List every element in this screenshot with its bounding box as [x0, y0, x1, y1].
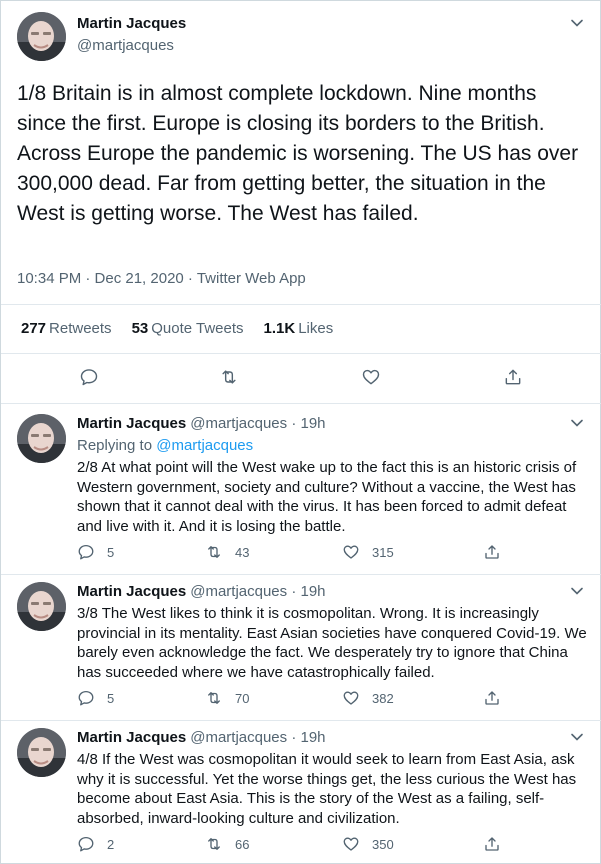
tweet-text: 3/8 The West likes to think it is cosmop…	[77, 605, 587, 681]
retweet-count: 70	[235, 690, 250, 706]
reply-count: 2	[107, 836, 115, 852]
author-name[interactable]: Martin Jacques	[77, 729, 186, 746]
main-action-bar	[1, 367, 601, 395]
heart-icon	[343, 691, 359, 705]
reply-button[interactable]	[79, 367, 99, 387]
more-options-button[interactable]	[567, 413, 587, 433]
share-button[interactable]	[483, 835, 501, 853]
retweets-stat[interactable]: 277 Retweets	[21, 320, 112, 337]
divider	[1, 304, 601, 305]
reply-icon	[78, 544, 94, 560]
retweet-icon	[222, 370, 236, 384]
avatar[interactable]	[17, 582, 66, 631]
retweet-button[interactable]: 43	[205, 543, 249, 561]
retweet-button[interactable]: 66	[205, 835, 249, 853]
author-name[interactable]: Martin Jacques	[77, 15, 186, 32]
like-count: 350	[372, 836, 394, 852]
retweet-icon	[208, 692, 220, 704]
divider	[1, 353, 601, 354]
like-button[interactable]	[361, 367, 381, 387]
more-options-button[interactable]	[567, 727, 587, 747]
tweet-timestamp[interactable]: 10:34 PM · Dec 21, 2020 · Twitter Web Ap…	[17, 270, 306, 287]
retweet-icon	[208, 838, 220, 850]
reply-icon	[80, 369, 98, 386]
replying-to-link[interactable]: @martjacques	[156, 437, 253, 454]
reply-action-bar: 5 70 382	[1, 689, 601, 717]
tweet-stats: 277 Retweets 53 Quote Tweets 1.1K Likes	[21, 320, 333, 337]
tweet-text: 2/8 At what point will the West wake up …	[77, 459, 577, 535]
share-icon	[485, 691, 499, 705]
more-options-button[interactable]	[567, 581, 587, 601]
like-button[interactable]: 382	[342, 689, 394, 707]
avatar-photo-icon	[17, 728, 66, 777]
share-button[interactable]	[483, 689, 501, 707]
avatar-photo-icon	[17, 582, 66, 631]
share-button[interactable]	[503, 367, 523, 387]
reply-action-bar: 5 43 315	[1, 543, 601, 571]
like-button[interactable]: 350	[342, 835, 394, 853]
like-button[interactable]: 315	[342, 543, 394, 561]
quote-tweets-label: Quote Tweets	[151, 320, 244, 337]
tweet-text: 1/8 Britain is in almost complete lockdo…	[17, 82, 579, 225]
reply-button[interactable]: 5	[77, 689, 114, 707]
chevron-down-icon	[571, 419, 583, 427]
share-icon	[505, 369, 521, 385]
heart-icon	[343, 837, 359, 851]
reply-action-bar: 2 66 350	[1, 835, 601, 863]
avatar[interactable]	[17, 728, 66, 777]
reply-count: 5	[107, 544, 115, 560]
share-icon	[485, 837, 499, 851]
retweet-icon	[208, 546, 220, 558]
retweets-count: 277	[21, 320, 47, 337]
replying-to-label: Replying to	[77, 437, 153, 454]
heart-icon	[343, 545, 359, 559]
quote-tweets-count: 53	[131, 320, 149, 337]
share-button[interactable]	[483, 543, 501, 561]
reply-icon	[78, 836, 94, 852]
retweet-button[interactable]	[219, 367, 239, 387]
quote-tweets-stat[interactable]: 53 Quote Tweets	[132, 320, 244, 337]
chevron-down-icon	[571, 587, 583, 595]
chevron-down-icon	[571, 733, 583, 741]
avatar[interactable]	[17, 12, 66, 61]
share-icon	[485, 545, 499, 559]
chevron-down-icon	[571, 19, 583, 27]
divider	[1, 720, 601, 721]
like-count: 315	[372, 544, 394, 560]
tweet-text: 4/8 If the West was cosmopolitan it woul…	[77, 751, 577, 827]
reply-header: Martin Jacques @martjacques · 19h	[77, 415, 326, 432]
heart-icon	[362, 369, 380, 385]
author-handle-time[interactable]: @martjacques · 19h	[190, 583, 325, 600]
author-name[interactable]: Martin Jacques	[77, 583, 186, 600]
avatar[interactable]	[17, 414, 66, 463]
more-options-button[interactable]	[567, 13, 587, 33]
reply-header: Martin Jacques @martjacques · 19h	[77, 583, 326, 600]
avatar-photo-icon	[17, 414, 66, 463]
reply-header: Martin Jacques @martjacques · 19h	[77, 729, 326, 746]
retweet-count: 43	[235, 544, 250, 560]
author-handle[interactable]: @martjacques	[77, 37, 174, 54]
likes-stat[interactable]: 1.1K Likes	[264, 320, 334, 337]
tweet-thread: Martin Jacques @martjacques 1/8 Britain …	[0, 0, 601, 864]
author-handle-time[interactable]: @martjacques · 19h	[190, 415, 325, 432]
reply-button[interactable]: 5	[77, 543, 114, 561]
retweet-button[interactable]: 70	[205, 689, 249, 707]
replying-to: Replying to @martjacques	[77, 437, 253, 454]
reply-button[interactable]: 2	[77, 835, 114, 853]
retweet-count: 66	[235, 836, 250, 852]
author-name[interactable]: Martin Jacques	[77, 415, 186, 432]
likes-label: Likes	[298, 320, 334, 337]
reply-count: 5	[107, 690, 115, 706]
retweets-label: Retweets	[49, 320, 112, 337]
divider	[1, 574, 601, 575]
author-handle-time[interactable]: @martjacques · 19h	[190, 729, 325, 746]
reply-icon	[78, 690, 94, 706]
avatar-photo-icon	[17, 12, 66, 61]
divider	[1, 403, 601, 404]
like-count: 382	[372, 690, 394, 706]
likes-count: 1.1K	[263, 320, 296, 337]
